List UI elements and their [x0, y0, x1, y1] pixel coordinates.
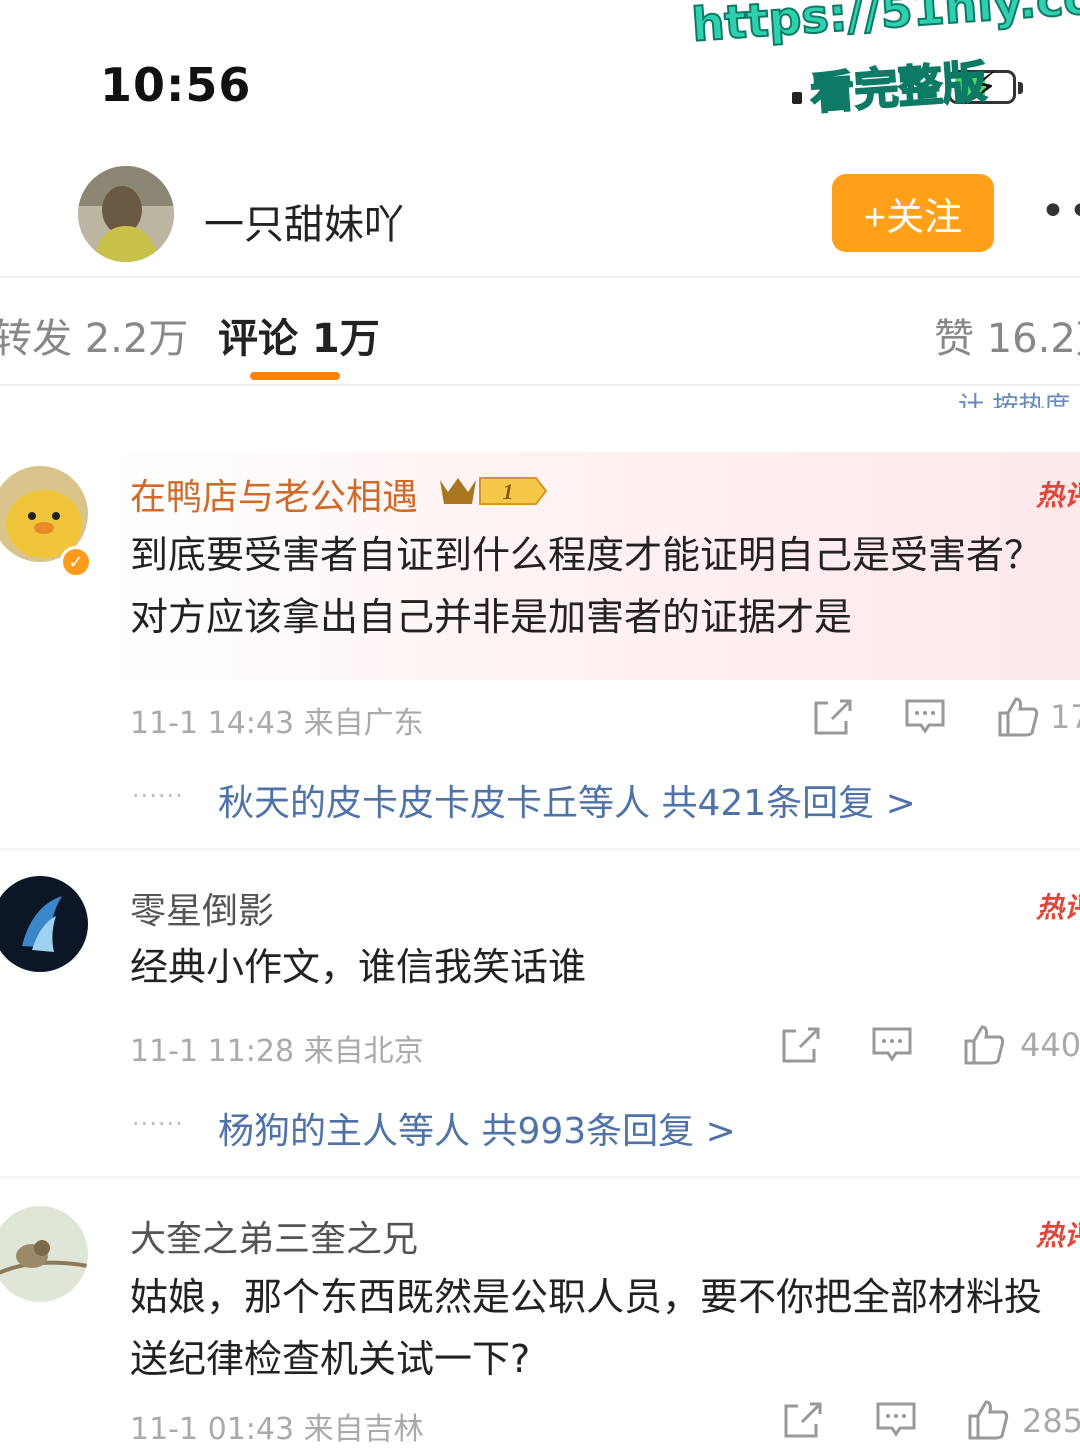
divider — [0, 1176, 1080, 1178]
author-avatar[interactable] — [78, 166, 174, 262]
comment-meta: 11-1 11:28 来自北京 — [130, 1034, 424, 1069]
vip-level: 1 — [503, 479, 514, 504]
like-icon[interactable] — [966, 1400, 1010, 1440]
tab-comment[interactable]: 评论 1万 — [218, 306, 380, 364]
follow-button[interactable]: +关注 — [832, 174, 994, 252]
like-count: 440 — [1020, 1026, 1080, 1064]
comment-text: 到底要受害者自证到什么程度才能证明自己是受害者？对方应该拿出自己并非是加害者的证… — [130, 533, 1043, 639]
comment-icon[interactable] — [870, 1025, 914, 1065]
avatar[interactable] — [0, 876, 88, 972]
reply-summary-link[interactable]: 杨狗的主人等人 共993条回复 > — [218, 1102, 736, 1154]
watermark-url: https://51hly.com — [689, 0, 1080, 53]
author-name[interactable]: 一只甜妹吖 — [204, 192, 404, 250]
watermark-text: 看完整版 — [808, 56, 989, 121]
comment-icon[interactable] — [874, 1400, 918, 1440]
like-icon[interactable] — [996, 697, 1040, 737]
more-icon[interactable]: •• — [1040, 186, 1080, 237]
hot-comment-badge: 热评 — [1036, 891, 1080, 924]
hot-comment-badge: 热评 — [1036, 479, 1080, 512]
comment-username[interactable]: 大奎之弟三奎之兄 — [130, 1210, 418, 1262]
comment-username[interactable]: 零星倒影 — [130, 882, 274, 934]
reply-dots: ······ — [132, 1110, 184, 1138]
comment-meta: 11-1 14:43 来自广东 — [130, 706, 424, 741]
share-icon[interactable] — [780, 1400, 824, 1440]
comment-text: 经典小作文，谁信我笑话谁 — [130, 945, 587, 989]
signal-icon — [792, 92, 802, 104]
reply-summary-link[interactable]: 秋天的皮卡皮卡皮卡丘等人 共421条回复 > — [218, 774, 916, 826]
like-icon[interactable] — [962, 1025, 1006, 1065]
tab-active-indicator — [250, 372, 340, 380]
comment-text: 姑娘，那个东西既然是公职人员，要不你把全部材料投送纪律检查机关试一下? — [130, 1275, 1043, 1381]
verified-icon: ✓ — [60, 546, 92, 578]
comment-meta: 11-1 01:43 来自吉林 — [130, 1412, 424, 1447]
like-count: 17 — [1050, 698, 1080, 736]
status-time: 10:56 — [100, 58, 252, 112]
battery-nub — [1018, 82, 1023, 94]
hot-comment-badge: 热评 — [1036, 1219, 1080, 1252]
divider — [0, 384, 1080, 386]
comment-username[interactable]: 在鸭店与老公相遇 — [130, 468, 418, 520]
share-icon[interactable] — [778, 1025, 822, 1065]
tab-repost[interactable]: 转发 2.2万 — [0, 306, 188, 364]
sort-toggle[interactable]: 计 按热度 — [958, 386, 1070, 408]
share-icon[interactable] — [810, 697, 854, 737]
divider — [0, 276, 1080, 278]
reply-dots: ······ — [132, 782, 184, 810]
avatar[interactable] — [0, 1206, 88, 1302]
divider — [0, 848, 1080, 850]
like-count: 285 — [1022, 1402, 1080, 1440]
comment-icon[interactable] — [903, 697, 947, 737]
vip-crown-icon[interactable]: 1 — [436, 472, 548, 510]
tab-like[interactable]: 赞 16.2万 — [934, 306, 1080, 364]
